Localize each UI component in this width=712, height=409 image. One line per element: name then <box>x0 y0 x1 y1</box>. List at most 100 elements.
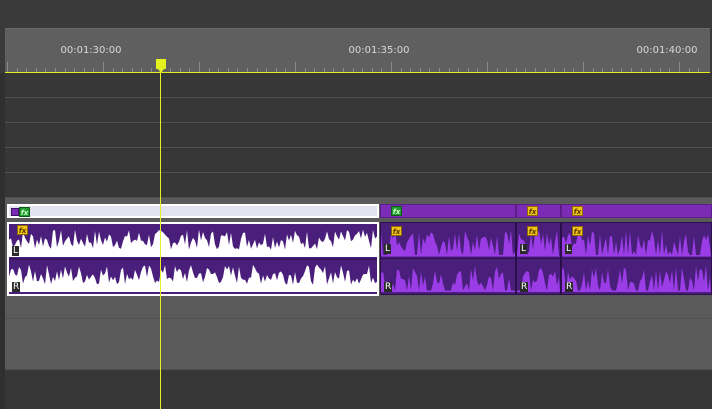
ruler-tick <box>295 62 296 72</box>
ruler-tick <box>16 68 18 72</box>
ruler-tick <box>45 68 47 72</box>
audio-clip-header[interactable]: fx <box>380 204 516 218</box>
time-ruler[interactable]: 00:01:30:00 00:01:35:00 00:01:40:00 <box>5 28 710 74</box>
ruler-tick <box>179 68 181 72</box>
fx-badge[interactable]: fx <box>17 225 28 235</box>
ruler-tick <box>285 68 287 72</box>
ruler-tick <box>64 68 66 72</box>
ruler-tick <box>7 62 8 72</box>
fx-badge[interactable]: fx <box>391 206 402 216</box>
ruler-tick <box>218 68 220 72</box>
waveform-channel <box>562 230 711 257</box>
fx-badge[interactable]: fx <box>19 207 30 217</box>
ruler-tick <box>343 68 344 72</box>
audio-clip[interactable]: fx L R <box>516 222 561 295</box>
ruler-tick <box>506 68 508 72</box>
channel-label-right: R <box>520 282 529 292</box>
ruler-area: 00:01:30:00 00:01:35:00 00:01:40:00 <box>0 0 712 74</box>
ruler-tick <box>371 68 373 72</box>
waveform-channel <box>9 229 377 257</box>
ruler-tick <box>688 68 690 72</box>
ruler-tick <box>410 68 412 72</box>
timeline-panel[interactable]: 00:01:30:00 00:01:35:00 00:01:40:00 fx f… <box>0 0 712 409</box>
ruler-tick <box>151 68 152 72</box>
ruler-tick <box>170 68 172 72</box>
ruler-tick <box>554 68 556 72</box>
ruler-tick <box>189 68 191 72</box>
ruler-tick <box>333 68 335 72</box>
fx-badge[interactable]: fx <box>572 206 583 216</box>
ruler-tick <box>544 68 546 72</box>
ruler-tick <box>631 68 632 72</box>
ruler-tick <box>74 68 76 72</box>
audio-clip[interactable]: fx L R <box>380 222 516 295</box>
ruler-tick <box>227 68 229 72</box>
waveform <box>9 229 377 292</box>
ruler-tick <box>611 68 613 72</box>
audio-track-lane[interactable] <box>5 298 712 318</box>
fx-badge[interactable]: fx <box>527 226 538 236</box>
ruler-tick <box>208 68 210 72</box>
ruler-tick <box>640 68 642 72</box>
audio-clip-selected-header[interactable]: fx <box>7 204 379 218</box>
ruler-tick <box>535 68 536 72</box>
ruler-tick <box>467 68 469 72</box>
track-lane[interactable] <box>5 370 712 409</box>
ruler-tick <box>83 68 85 72</box>
audio-clip[interactable]: fx L R <box>561 222 712 295</box>
ruler-tick <box>35 68 37 72</box>
waveform-channel <box>9 264 377 292</box>
ruler-tick <box>391 62 392 72</box>
ruler-tick <box>496 68 498 72</box>
ruler-tick <box>304 68 306 72</box>
ruler-tick <box>55 68 56 72</box>
track-lane[interactable] <box>5 148 712 172</box>
fx-badge[interactable]: fx <box>572 226 583 236</box>
ruler-tick <box>314 68 316 72</box>
ruler-tick <box>323 68 325 72</box>
ruler-tick <box>563 68 565 72</box>
ruler-tick <box>112 68 114 72</box>
ruler-tick <box>362 68 364 72</box>
audio-clip-header[interactable]: fx <box>516 204 561 218</box>
ruler-tick <box>256 68 258 72</box>
ruler-tick <box>237 68 239 72</box>
ruler-tick <box>103 62 104 72</box>
ruler-tick <box>679 62 680 72</box>
playhead-handle[interactable] <box>156 59 166 73</box>
ruler-tick <box>698 68 700 72</box>
fx-badge[interactable]: fx <box>391 226 402 236</box>
track-area[interactable]: fx fx L R fx fx L R fx fx L R fx fx L R <box>5 73 712 409</box>
ruler-tick <box>650 68 652 72</box>
waveform-channel <box>562 265 711 292</box>
ruler-tick <box>602 68 604 72</box>
track-lane[interactable] <box>5 98 712 122</box>
track-lane[interactable] <box>5 173 712 197</box>
audio-track-lane[interactable] <box>5 319 712 369</box>
ruler-tick <box>400 68 402 72</box>
ruler-tick <box>448 68 450 72</box>
ruler-tick <box>247 68 248 72</box>
channel-label-left: L <box>12 246 20 256</box>
audio-clip-header[interactable]: fx <box>561 204 712 218</box>
ruler-tick <box>141 68 143 72</box>
track-lane[interactable] <box>5 123 712 147</box>
channel-label-right: R <box>384 282 393 292</box>
ruler-tick <box>515 68 517 72</box>
ruler-tick <box>352 68 354 72</box>
track-lane[interactable] <box>5 73 712 97</box>
ruler-tick <box>26 68 28 72</box>
ruler-tick <box>131 68 133 72</box>
fx-badge[interactable]: fx <box>527 206 538 216</box>
waveform-channel <box>381 266 515 292</box>
ruler-tick <box>266 68 268 72</box>
clip-marker <box>11 208 19 216</box>
ruler-tick <box>419 68 421 72</box>
ruler-tick <box>621 68 623 72</box>
ruler-tick <box>592 68 594 72</box>
channel-label-left: L <box>565 244 573 254</box>
ruler-tick <box>659 68 661 72</box>
audio-clip-selected[interactable]: fx L R <box>7 222 379 296</box>
ruler-tick <box>573 68 575 72</box>
playhead-line[interactable] <box>160 64 161 409</box>
